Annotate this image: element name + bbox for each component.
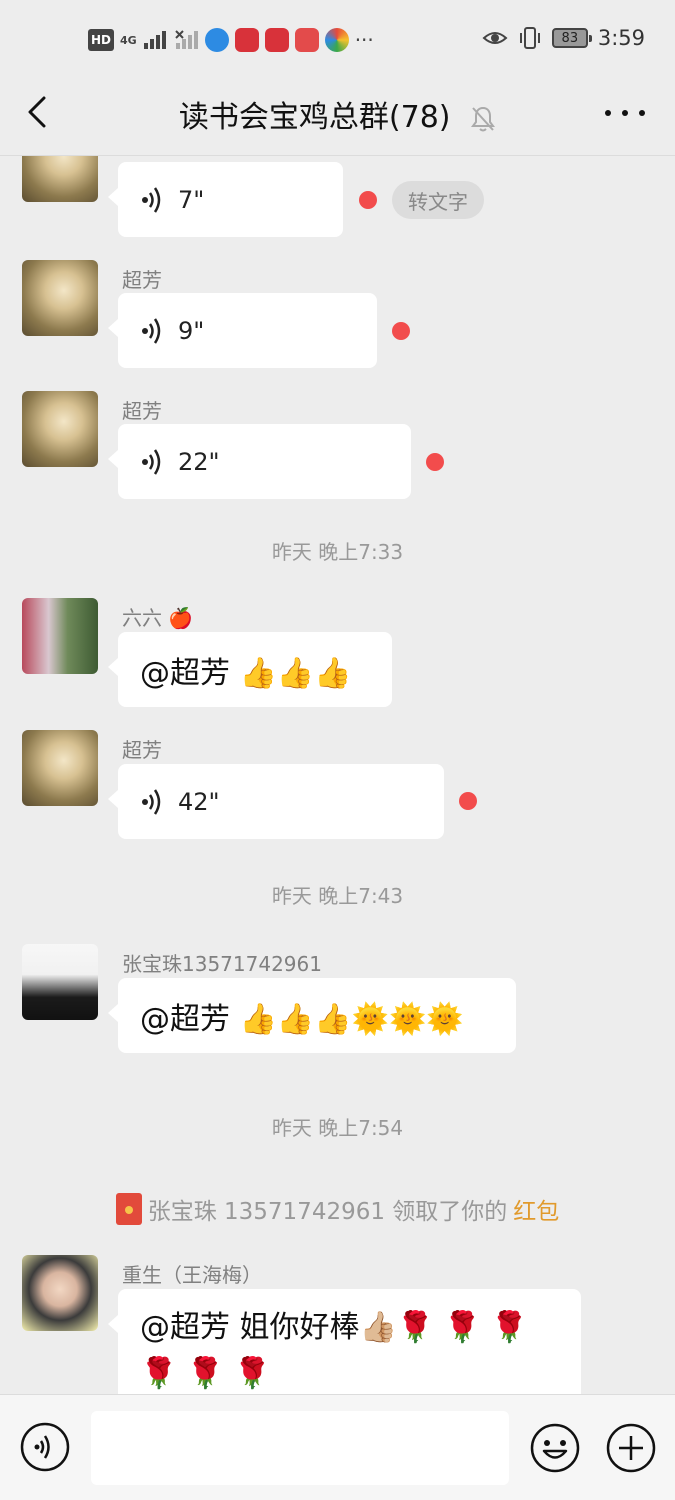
message-timestamp: 昨天 晚上7:54 xyxy=(271,1116,404,1140)
unread-dot xyxy=(426,453,444,471)
smiley-icon xyxy=(530,1423,580,1473)
app-icon-book xyxy=(294,28,319,52)
status-left: HD 4G ··· xyxy=(88,28,374,52)
avatar[interactable] xyxy=(22,156,98,202)
voice-bubble[interactable]: 22" xyxy=(108,424,411,499)
vibrate-icon xyxy=(519,27,540,49)
message-text: @超芳 👍👍👍🌞🌞🌞 xyxy=(140,1001,464,1037)
sender-name: 重生（王海梅） xyxy=(122,1263,262,1287)
more-actions-button[interactable] xyxy=(605,1422,657,1474)
status-bar: HD 4G ··· 83 3:59 xyxy=(0,0,675,80)
avatar[interactable] xyxy=(22,1255,98,1331)
message-text-line-2: 🌹 🌹 🌹 xyxy=(140,1356,272,1391)
hd-badge: HD xyxy=(88,29,115,51)
unread-dot xyxy=(359,191,377,209)
sender-name: 张宝珠13571742961 xyxy=(122,952,322,976)
chat-message-list[interactable]: 7" 转文字 超芳 9" 超芳 22" 昨天 晚上7:33 六六 🍎 @超芳 👍… xyxy=(0,156,675,1394)
voice-wave-icon xyxy=(142,448,161,475)
dot-icon xyxy=(639,110,645,116)
status-time: 3:59 xyxy=(597,26,645,50)
app-icon-blue xyxy=(204,28,229,52)
sender-name: 超芳 xyxy=(122,399,162,423)
voice-duration: 9" xyxy=(178,316,205,345)
app-icon-taobao-2 xyxy=(264,28,289,52)
input-bar xyxy=(0,1394,675,1500)
mute-bell-icon xyxy=(471,106,496,131)
dot-icon xyxy=(605,110,611,116)
voice-input-button[interactable] xyxy=(20,1422,70,1472)
voice-duration: 22" xyxy=(178,447,220,476)
unread-dot xyxy=(459,792,477,810)
voice-wave-icon xyxy=(142,317,161,344)
unread-dot xyxy=(392,322,410,340)
more-notifications-icon: ··· xyxy=(354,28,374,52)
network-type: 4G xyxy=(120,33,137,47)
avatar[interactable] xyxy=(22,944,98,1020)
voice-bubble[interactable]: 7" xyxy=(108,162,343,237)
text-bubble[interactable]: @超芳 👍👍👍🌞🌞🌞 xyxy=(108,978,516,1053)
message-text: @超芳 👍👍👍 xyxy=(140,655,352,691)
voice-wave-icon xyxy=(142,788,161,815)
avatar[interactable] xyxy=(22,730,98,806)
sender-name: 六六 🍎 xyxy=(122,606,194,630)
plus-icon xyxy=(606,1423,656,1473)
sender-name: 超芳 xyxy=(122,738,162,762)
text-bubble[interactable]: @超芳 👍👍👍 xyxy=(108,632,392,707)
avatar[interactable] xyxy=(22,391,98,467)
sender-name: 超芳 xyxy=(122,268,162,292)
voice-bubble[interactable]: 9" xyxy=(108,293,377,368)
more-options-button[interactable] xyxy=(605,98,645,128)
voice-mode-icon xyxy=(20,1422,70,1472)
transcribe-button[interactable]: 转文字 xyxy=(392,181,484,219)
red-packet-link[interactable]: 红包 xyxy=(513,1192,559,1226)
voice-duration: 42" xyxy=(178,787,220,816)
app-icon-taobao-1 xyxy=(234,28,259,52)
message-text-line-1: @超芳 姐你好棒👍🏼🌹 🌹 🌹 xyxy=(140,1310,529,1345)
text-bubble[interactable]: @超芳 姐你好棒👍🏼🌹 🌹 🌹 🌹 🌹 🌹 xyxy=(108,1289,581,1394)
chat-title: 读书会宝鸡总群(78) xyxy=(178,100,451,135)
chat-header: 读书会宝鸡总群(78) xyxy=(0,80,675,156)
red-packet-icon xyxy=(115,1193,142,1225)
voice-duration: 7" xyxy=(178,185,205,214)
system-notice: 张宝珠 13571742961 领取了你的 红包 xyxy=(0,1192,675,1226)
emoji-button[interactable] xyxy=(529,1422,581,1474)
signal-icon xyxy=(143,31,166,49)
message-input[interactable] xyxy=(91,1411,509,1485)
voice-bubble[interactable]: 42" xyxy=(108,764,444,839)
dot-icon xyxy=(622,110,628,116)
avatar[interactable] xyxy=(22,598,98,674)
system-notice-text: 张宝珠 13571742961 领取了你的 xyxy=(147,1199,508,1225)
battery-icon: 83 xyxy=(551,28,592,48)
signal-off-icon xyxy=(174,30,198,49)
voice-wave-icon xyxy=(142,186,161,213)
status-right: 83 3:59 xyxy=(482,26,645,50)
avatar[interactable] xyxy=(22,260,98,336)
message-timestamp: 昨天 晚上7:33 xyxy=(271,540,404,564)
app-icon-colorful xyxy=(324,28,349,52)
chat-title-wrap: 读书会宝鸡总群(78) xyxy=(0,92,675,136)
message-timestamp: 昨天 晚上7:43 xyxy=(271,884,404,908)
eye-icon xyxy=(482,32,508,44)
